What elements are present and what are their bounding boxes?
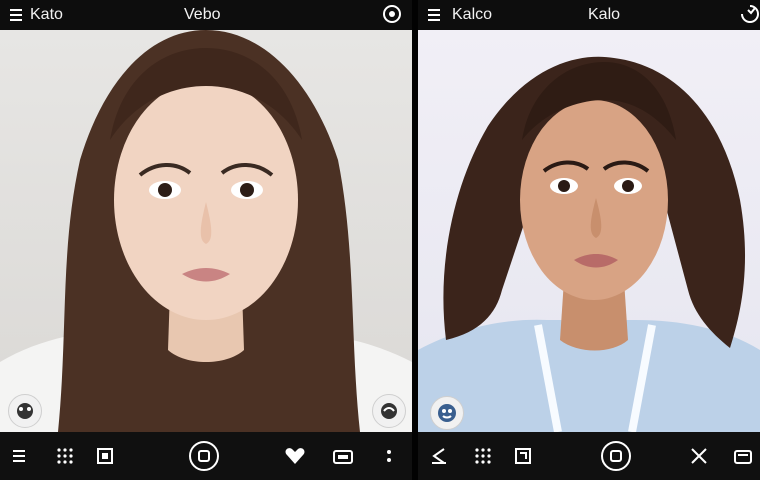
sticker-icon[interactable]: [372, 394, 406, 428]
sticker-icon[interactable]: [430, 396, 464, 430]
grid-dots-icon[interactable]: [54, 445, 76, 467]
left-video-feed: [0, 30, 412, 432]
back-arrow-icon[interactable]: [428, 445, 450, 467]
close-x-icon[interactable]: [688, 445, 710, 467]
record-button-icon[interactable]: [600, 440, 632, 472]
left-center-text: Vebo: [184, 6, 221, 23]
record-button-icon[interactable]: [188, 440, 220, 472]
right-bottom-bar: [418, 432, 760, 480]
right-app-name: Kalco: [452, 6, 493, 23]
sticker-icon[interactable]: [8, 394, 42, 428]
settings-icon[interactable]: [740, 4, 760, 24]
left-top-bar: Kato Vebo: [0, 0, 412, 30]
home-square-icon[interactable]: [512, 445, 534, 467]
heart-icon[interactable]: [284, 445, 306, 467]
settings-icon[interactable]: [382, 4, 402, 24]
hamburger-menu-icon[interactable]: [8, 6, 26, 24]
left-app-name: Kato: [30, 6, 63, 23]
right-call-panel: Kalco Kalo: [418, 0, 760, 480]
right-video-feed: [418, 30, 760, 432]
hamburger-menu-icon[interactable]: [426, 6, 444, 24]
camera-icon[interactable]: [332, 445, 354, 467]
left-call-panel: Kato Vebo: [0, 0, 412, 480]
home-square-icon[interactable]: [94, 445, 116, 467]
more-dots-icon[interactable]: [378, 445, 400, 467]
menu-lines-icon[interactable]: [10, 445, 32, 467]
folder-icon[interactable]: [732, 445, 754, 467]
right-top-bar: Kalco Kalo: [418, 0, 760, 30]
right-center-text: Kalo: [588, 6, 621, 23]
grid-dots-icon[interactable]: [472, 445, 494, 467]
left-bottom-bar: [0, 432, 412, 480]
split-video-call-screen: Kato Vebo Kalco Kalo: [0, 0, 760, 480]
